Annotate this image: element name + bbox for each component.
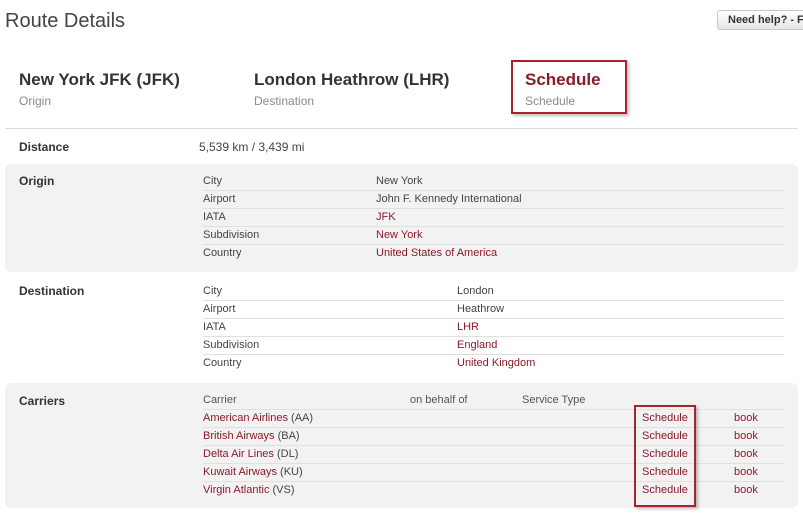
destination-value: Heathrow — [457, 303, 505, 315]
origin-table: City New York Airport John F. Kennedy Inter… — [203, 172, 784, 262]
destination-key: Country — [203, 357, 242, 370]
origin-key: Country — [203, 247, 242, 260]
origin-value[interactable]: JFK — [376, 211, 396, 223]
carriers-header-row: Carrier on behalf of Service Type — [203, 391, 784, 410]
distance-label: Distance — [19, 140, 70, 154]
carrier-book-link[interactable]: book — [734, 466, 758, 478]
carriers-table: Carrier on behalf of Service Type Americ… — [203, 391, 784, 499]
distance-value: 5,539 km / 3,439 mi — [199, 140, 305, 154]
need-help-button[interactable]: Need help? - F — [717, 10, 803, 30]
origin-key: Airport — [203, 190, 376, 209]
origin-section-label: Origin — [19, 174, 55, 188]
destination-key: Subdivision — [203, 336, 457, 355]
carrier-row: Kuwait Airways (KU) Schedule book — [203, 463, 784, 482]
origin-value[interactable]: New York — [376, 229, 422, 241]
column-carrier: Carrier — [203, 391, 410, 410]
schedule-title[interactable]: Schedule — [525, 70, 601, 90]
destination-code: London Heathrow (LHR) — [254, 70, 450, 89]
carrier-code: (BA) — [277, 430, 300, 442]
destination-row: IATA LHR — [203, 318, 784, 337]
carrier-code: (DL) — [277, 448, 299, 460]
destination-value[interactable]: United Kingdom — [457, 357, 535, 369]
destination-table: City London Airport Heathrow IATA LHR Subdivis… — [203, 282, 784, 372]
carrier-row: American Airlines (AA) Schedule book — [203, 409, 784, 428]
origin-code: New York JFK (JFK) — [19, 70, 180, 89]
schedule-label: Schedule — [525, 94, 576, 108]
destination-key: IATA — [203, 318, 457, 337]
carrier-name-link[interactable]: Virgin Atlantic — [203, 484, 269, 496]
carrier-row: British Airways (BA) Schedule book — [203, 427, 784, 446]
origin-key: Subdivision — [203, 226, 376, 245]
carrier-row: Delta Air Lines (DL) Schedule book — [203, 445, 784, 464]
origin-row: Country United States of America — [203, 244, 784, 262]
column-service-type: Service Type — [522, 391, 642, 410]
column-on-behalf-of: on behalf of — [410, 391, 522, 410]
destination-row: City London — [203, 282, 784, 301]
origin-row: IATA JFK — [203, 208, 784, 227]
destination-row: Airport Heathrow — [203, 300, 784, 319]
destination-row: Country United Kingdom — [203, 354, 784, 372]
carrier-name-link[interactable]: British Airways — [203, 430, 275, 442]
carriers-section-label: Carriers — [19, 394, 66, 408]
carrier-book-link[interactable]: book — [734, 430, 758, 442]
origin-row: Airport John F. Kennedy International — [203, 190, 784, 209]
divider — [5, 128, 798, 129]
destination-row: Subdivision England — [203, 336, 784, 355]
carrier-name-link[interactable]: Delta Air Lines — [203, 448, 274, 460]
carrier-name-link[interactable]: American Airlines — [203, 412, 288, 424]
origin-row: Subdivision New York — [203, 226, 784, 245]
origin-value[interactable]: United States of America — [376, 247, 497, 259]
carrier-book-link[interactable]: book — [734, 484, 758, 496]
destination-key: Airport — [203, 300, 457, 319]
carrier-book-link[interactable]: book — [734, 448, 758, 460]
carrier-code: (KU) — [280, 466, 303, 478]
schedule-column-highlight — [634, 405, 696, 507]
schedule-tab[interactable]: Schedule Schedule — [511, 60, 627, 114]
destination-value[interactable]: England — [457, 339, 497, 351]
page-title: Route Details — [5, 10, 126, 32]
destination-value: London — [457, 284, 494, 297]
carrier-name-link[interactable]: Kuwait Airways — [203, 466, 277, 478]
origin-value: New York — [376, 174, 423, 187]
origin-key: IATA — [203, 208, 376, 227]
origin-label: Origin — [19, 94, 52, 108]
destination-section-label: Destination — [19, 284, 85, 298]
carrier-row: Virgin Atlantic (VS) Schedule book — [203, 481, 784, 499]
destination-value[interactable]: LHR — [457, 321, 479, 333]
destination-key: City — [203, 282, 457, 301]
destination-label: Destination — [254, 94, 315, 108]
origin-row: City New York — [203, 172, 784, 191]
origin-key: City — [203, 172, 376, 191]
carrier-code: (VS) — [272, 484, 295, 497]
origin-value: John F. Kennedy International — [376, 193, 522, 205]
carrier-book-link[interactable]: book — [734, 412, 758, 424]
carrier-code: (AA) — [291, 412, 314, 424]
